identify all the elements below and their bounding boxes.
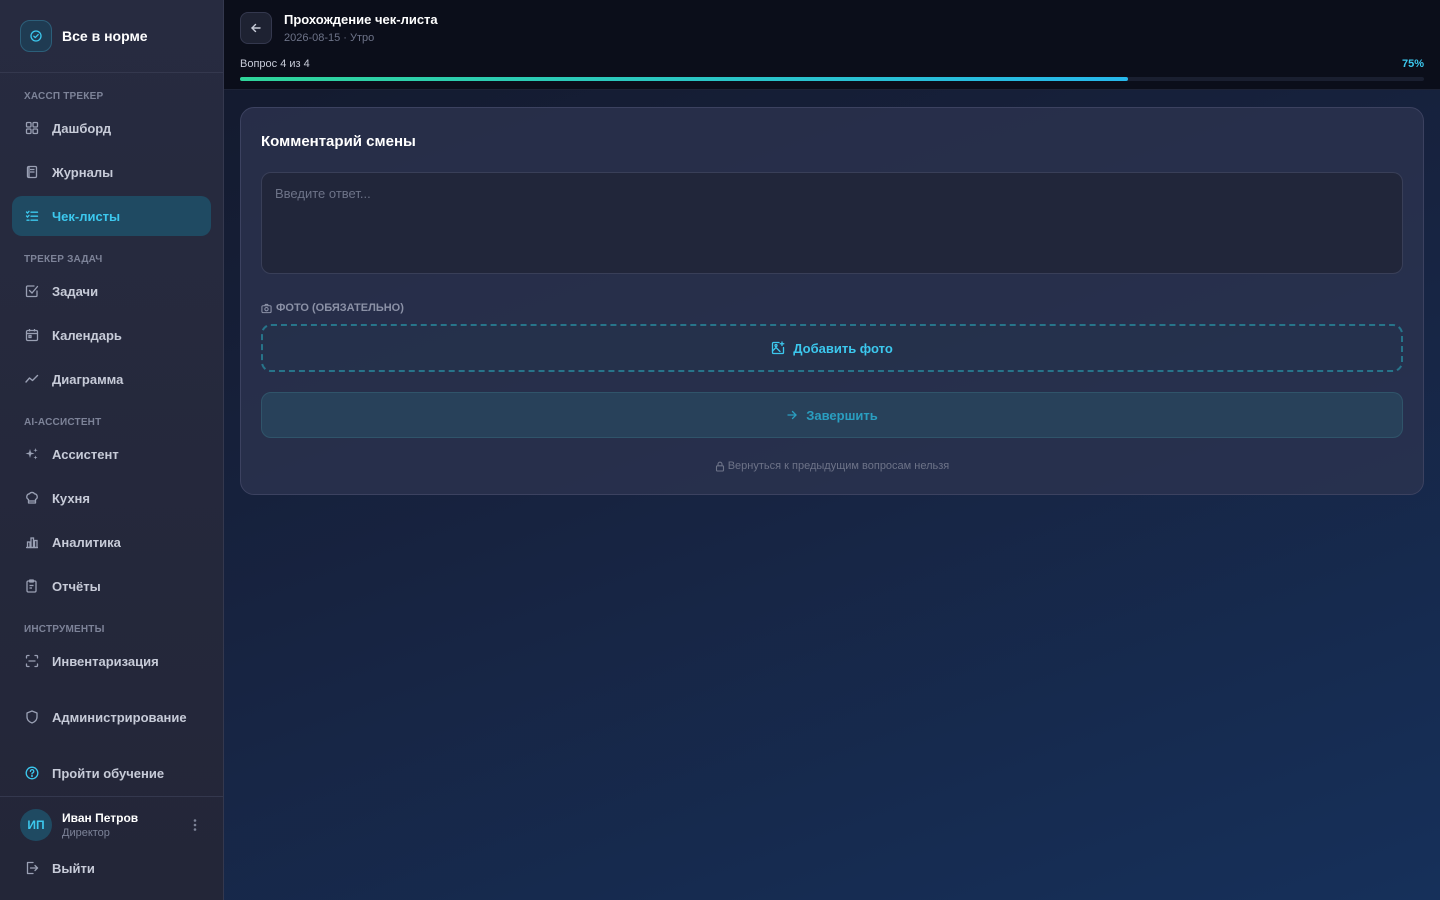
bar-chart-icon [25, 535, 39, 549]
sidebar-item-label: Ассистент [52, 446, 119, 462]
question-card: Комментарий смены ФОТО (ОБЯЗАТЕЛЬНО) Доб… [240, 107, 1424, 495]
checklist-icon [25, 209, 39, 223]
lock-icon [715, 461, 725, 472]
sidebar-item-label: Пройти обучение [52, 765, 165, 781]
sidebar-item-label: Кухня [52, 490, 90, 506]
user-name: Иван Петров [62, 811, 139, 825]
progress-percent: 75% [1401, 58, 1424, 70]
no-back-note-text: Вернуться к предыдущим вопросам нельзя [727, 460, 950, 472]
logout-label: Выйти [52, 860, 95, 876]
user-block: ИП Иван Петров Директор [0, 796, 223, 841]
progress-label: Вопрос 4 из 4 [240, 58, 310, 70]
sidebar-item-diagram[interactable]: Диаграмма [12, 359, 211, 399]
section-label-ai: AI-АССИСТЕНТ [24, 417, 102, 428]
subtitle-separator: · [343, 32, 347, 44]
sidebar-item-kitchen[interactable]: Кухня [12, 478, 211, 518]
chef-hat-icon [25, 491, 39, 505]
status-ok-icon [20, 20, 52, 52]
dashboard-icon [25, 121, 39, 135]
sidebar-item-label: Задачи [52, 283, 99, 299]
sidebar-item-checklists[interactable]: Чек-листы [12, 196, 211, 236]
sidebar-item-label: Аналитика [52, 534, 121, 550]
progress-bar [240, 77, 1424, 81]
report-icon [25, 579, 39, 593]
section-label-haccp: ХАССП ТРЕКЕР [24, 91, 104, 102]
scan-icon [25, 654, 39, 668]
no-back-note: Вернуться к предыдущим вопросам нельзя [241, 460, 1423, 472]
camera-icon [261, 303, 272, 314]
sidebar-item-label: Журналы [52, 164, 114, 180]
chart-line-icon [25, 372, 39, 386]
help-circle-icon [25, 766, 39, 780]
sidebar-item-reports[interactable]: Отчёты [12, 566, 211, 606]
photo-label: ФОТО (ОБЯЗАТЕЛЬНО) [261, 302, 404, 314]
sidebar-item-onboarding[interactable]: Пройти обучение [12, 753, 211, 793]
finish-button[interactable]: Завершить [261, 392, 1403, 438]
question-title: Комментарий смены [261, 133, 416, 150]
sidebar-item-label: Чек-листы [52, 208, 121, 224]
finish-label: Завершить [806, 407, 878, 423]
sidebar-item-journals[interactable]: Журналы [12, 152, 211, 192]
journal-icon [25, 165, 39, 179]
arrow-left-icon [251, 23, 261, 33]
sidebar-item-label: Диаграмма [52, 371, 124, 387]
back-button[interactable] [240, 12, 272, 44]
sidebar-item-calendar[interactable]: Календарь [12, 315, 211, 355]
more-vertical-icon[interactable] [188, 815, 202, 835]
image-plus-icon [771, 341, 785, 355]
sidebar-item-assistant[interactable]: Ассистент [12, 434, 211, 474]
brand: Все в норме [0, 0, 223, 73]
sidebar-item-label: Календарь [52, 327, 122, 343]
checklist-shift: Утро [349, 32, 375, 44]
section-label-tools: ИНСТРУМЕНТЫ [24, 624, 105, 635]
logout-icon [25, 861, 39, 875]
sidebar-item-inventory[interactable]: Инвентаризация [12, 641, 211, 681]
user-role: Директор [62, 827, 110, 839]
section-label-tasks: ТРЕКЕР ЗАДАЧ [24, 254, 103, 265]
progress-fill [240, 77, 1128, 81]
sidebar-item-dashboard[interactable]: Дашборд [12, 108, 211, 148]
calendar-icon [25, 328, 39, 342]
photo-label-text: ФОТО (ОБЯЗАТЕЛЬНО) [276, 302, 404, 314]
shield-icon [25, 710, 39, 724]
logout-button[interactable]: Выйти [12, 848, 211, 888]
checklist-header: Прохождение чек-листа 2026-08-15 · Утро Во… [224, 0, 1440, 90]
arrow-right-icon [786, 409, 798, 421]
sidebar-item-administration[interactable]: Администрирование [12, 697, 211, 737]
sidebar: Все в норме ХАССП ТРЕКЕР Дашборд Журналы… [0, 0, 224, 900]
sidebar-item-analytics[interactable]: Аналитика [12, 522, 211, 562]
add-photo-label: Добавить фото [793, 340, 893, 356]
sidebar-item-tasks[interactable]: Задачи [12, 271, 211, 311]
sidebar-item-label: Дашборд [52, 120, 112, 136]
sidebar-item-label: Отчёты [52, 578, 101, 594]
sidebar-item-label: Администрирование [52, 709, 187, 725]
sparkles-icon [25, 447, 39, 461]
answer-input[interactable] [261, 172, 1403, 274]
avatar[interactable]: ИП [20, 809, 52, 841]
brand-title: Все в норме [62, 28, 148, 44]
add-photo-button[interactable]: Добавить фото [261, 324, 1403, 372]
page-subtitle: 2026-08-15 · Утро [284, 32, 374, 44]
task-icon [25, 284, 39, 298]
page-title: Прохождение чек-листа [284, 12, 438, 27]
checklist-date: 2026-08-15 [284, 32, 341, 44]
sidebar-item-label: Инвентаризация [52, 653, 159, 669]
